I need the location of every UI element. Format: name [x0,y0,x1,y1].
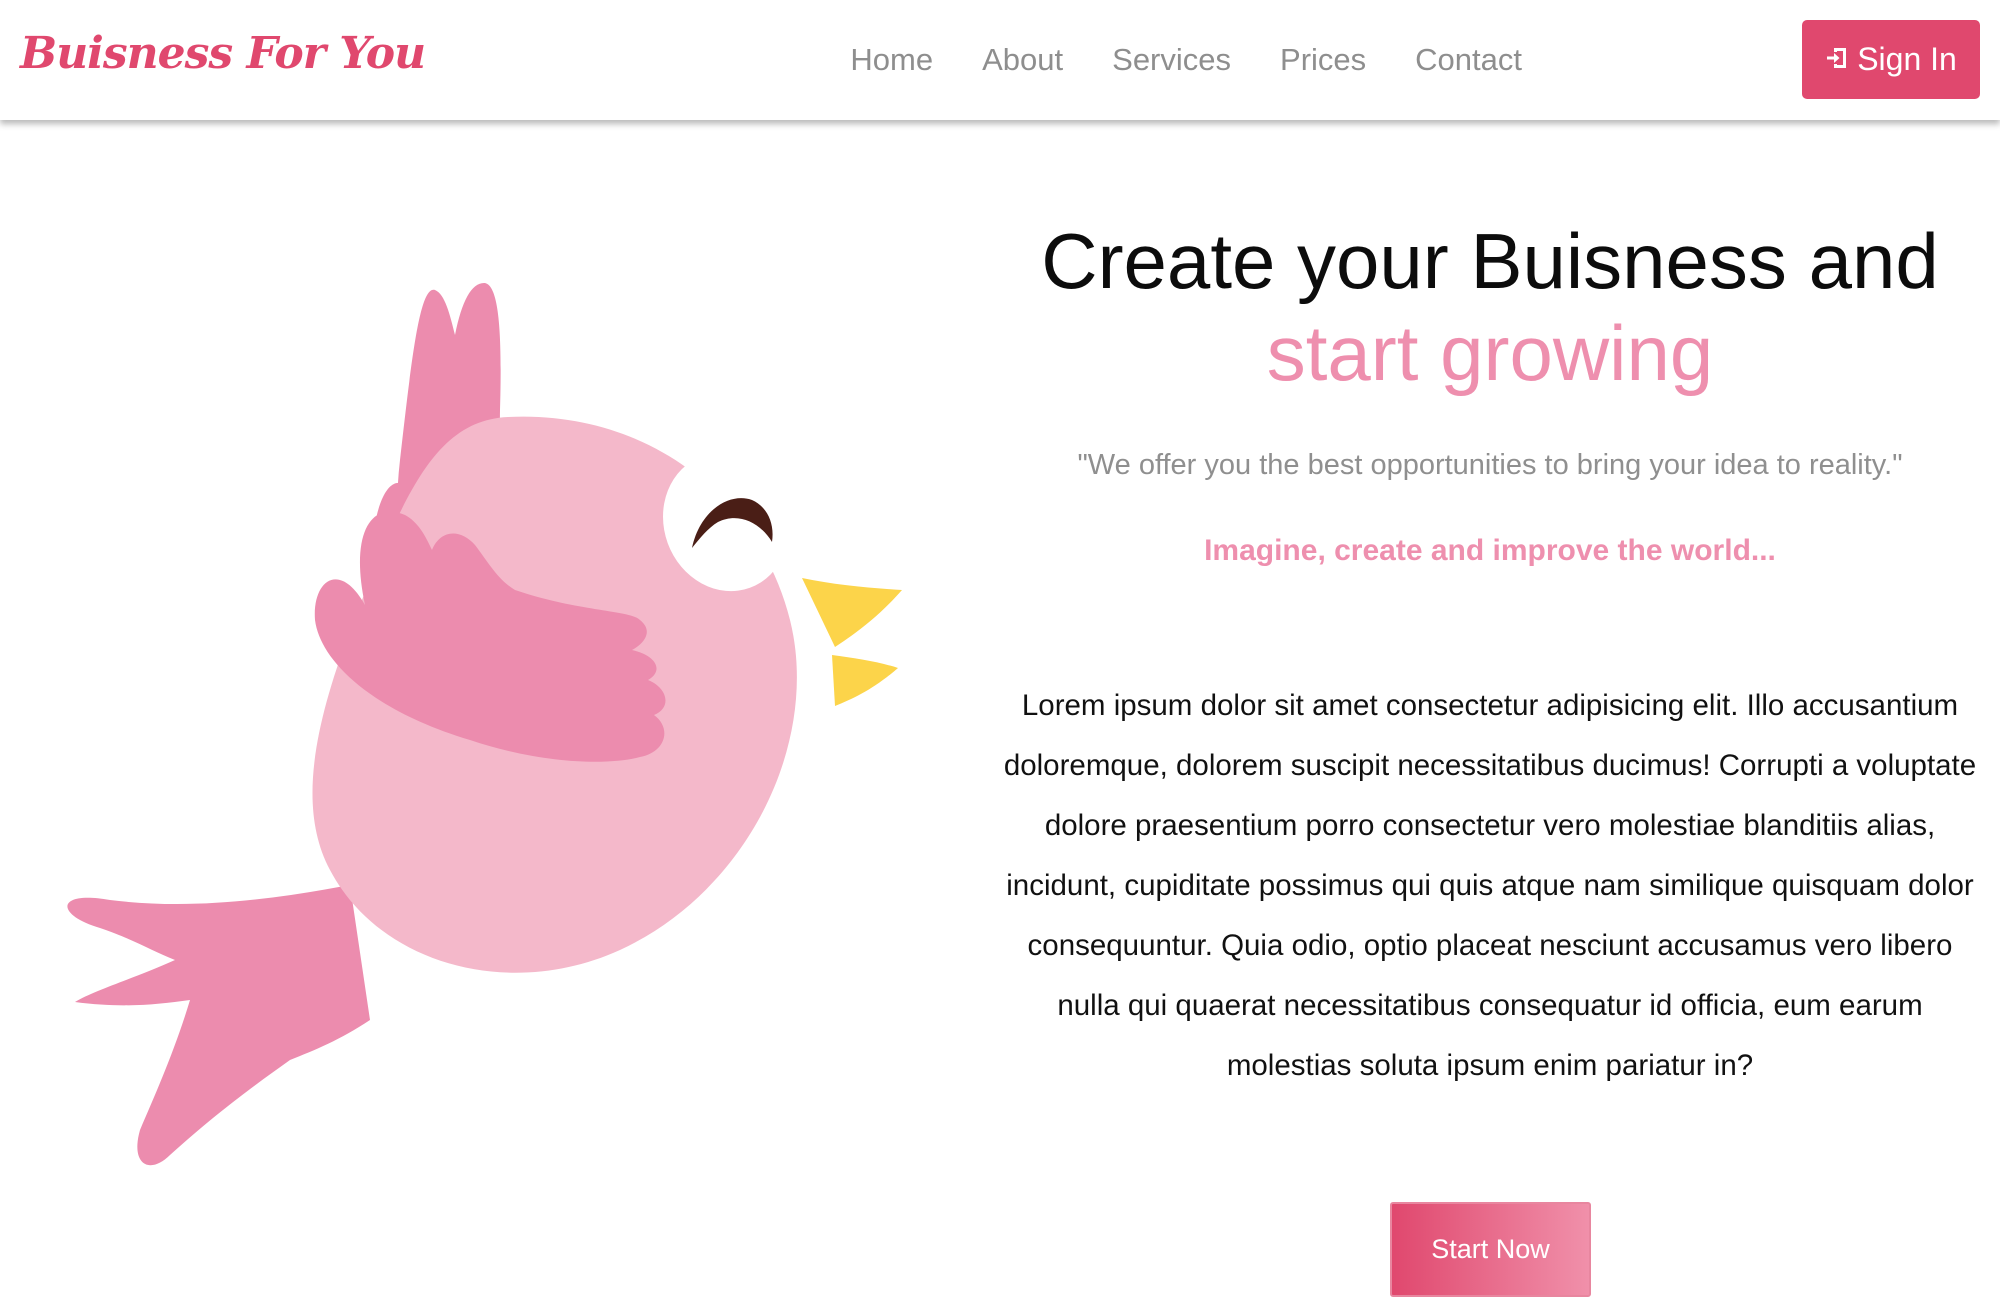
start-now-button[interactable]: Start Now [1390,1202,1591,1297]
nav-about[interactable]: About [982,42,1063,78]
sign-in-button[interactable]: Sign In [1802,20,1980,99]
hero-content: Create your Buisness and start growing "… [1000,215,1980,1297]
nav-links: Home About Services Prices Contact [850,0,1522,120]
title-line-2-accent: start growing [1266,309,1714,397]
sign-in-label: Sign In [1857,41,1957,77]
brand-logo[interactable]: Buisness For You [20,28,426,79]
hero-quote: "We offer you the best opportunities to … [1077,449,1903,481]
hero-tagline: Imagine, create and improve the world... [1204,534,1776,567]
sign-in-icon [1825,41,1849,78]
nav-contact[interactable]: Contact [1415,42,1522,78]
nav-home[interactable]: Home [850,42,933,78]
hero-body-text: Lorem ipsum dolor sit amet consectetur a… [1003,689,1977,1082]
page-title: Create your Buisness and start growing [1000,215,1980,399]
pink-bird-illustration [40,260,980,1250]
nav-services[interactable]: Services [1112,42,1231,78]
navbar: Buisness For You Home About Services Pri… [0,0,2000,120]
title-line-1: Create your Buisness and [1041,217,1939,305]
nav-prices[interactable]: Prices [1280,42,1366,78]
